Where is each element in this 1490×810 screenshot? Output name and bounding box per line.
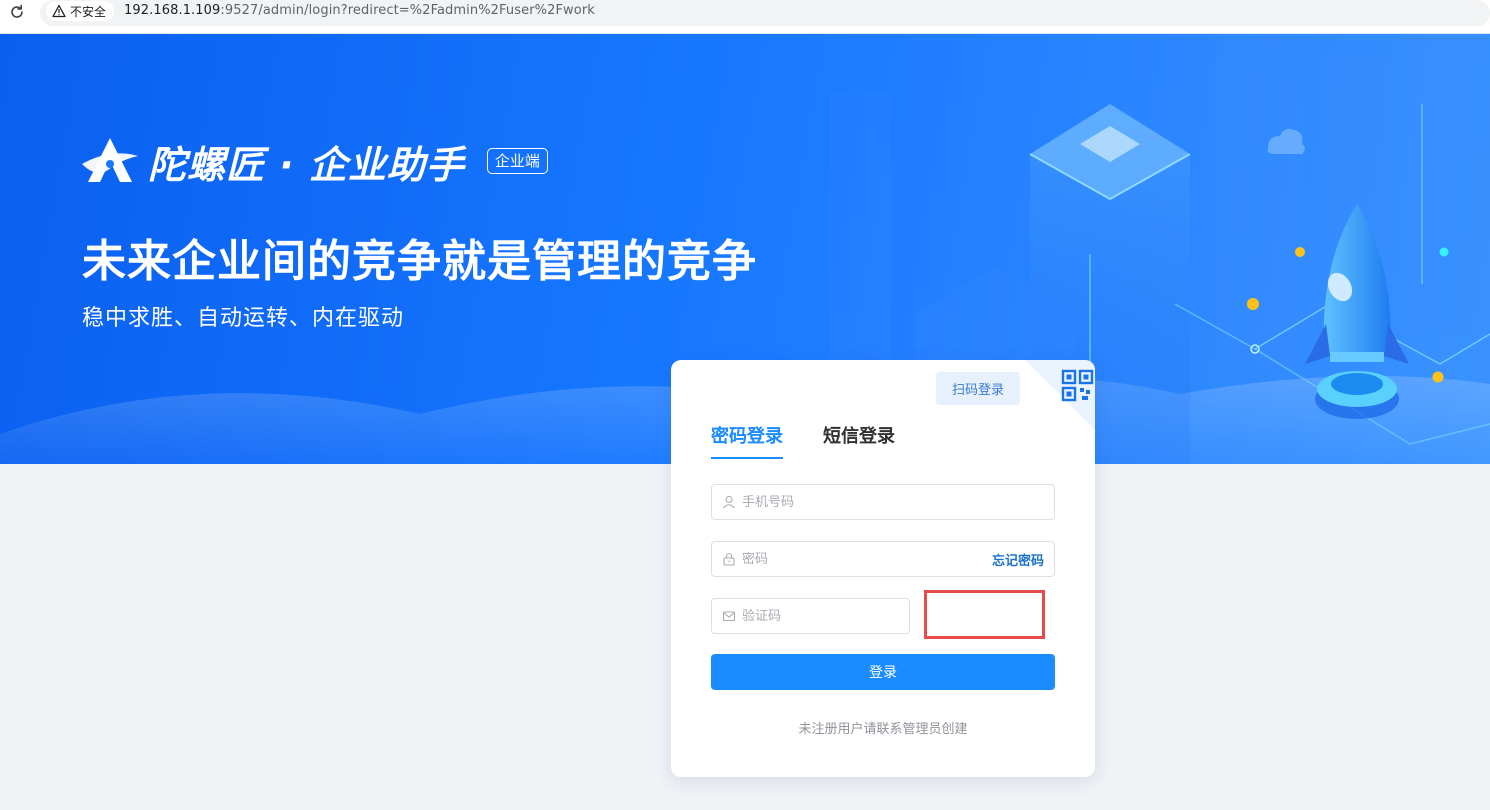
login-button[interactable]: 登录 (711, 654, 1055, 690)
password-input[interactable] (742, 551, 992, 567)
forgot-password-link[interactable]: 忘记密码 (992, 550, 1044, 569)
warning-icon (52, 4, 66, 18)
login-tabs: 密码登录 短信登录 (711, 422, 895, 459)
phone-input[interactable] (742, 494, 1054, 510)
url-path: :9527/admin/login?redirect=%2Fadmin%2Fus… (220, 3, 595, 18)
tab-password-login[interactable]: 密码登录 (711, 422, 783, 459)
brand: 陀螺匠 · 企业助手 企业端 (80, 134, 548, 188)
url-text[interactable]: 192.168.1.109:9527/admin/login?redirect=… (124, 3, 595, 18)
password-field[interactable]: 忘记密码 (711, 541, 1055, 577)
brand-logo-icon (82, 138, 138, 182)
register-tip: 未注册用户请联系管理员创建 (798, 722, 968, 737)
tab-sms-login[interactable]: 短信登录 (823, 422, 895, 459)
brand-badge: 企业端 (486, 148, 548, 174)
qr-login-tip[interactable]: 扫码登录 (936, 372, 1020, 405)
hero-headline: 未来企业间的竞争就是管理的竞争 (82, 236, 757, 287)
mail-icon (722, 611, 736, 622)
security-indicator[interactable]: 不安全 (46, 1, 115, 21)
user-icon (723, 495, 735, 509)
captcha-input[interactable] (742, 608, 909, 624)
phone-field[interactable] (711, 484, 1055, 520)
browser-address-bar: 不安全 192.168.1.109:9527/admin/login?redir… (0, 0, 1490, 34)
captcha-image[interactable] (924, 590, 1045, 639)
lock-icon (723, 552, 735, 566)
security-label: 不安全 (70, 4, 107, 19)
captcha-field[interactable] (711, 598, 910, 634)
brand-name: 陀螺匠 · 企业助手 (148, 142, 465, 187)
hero-subline: 稳中求胜、自动运转、内在驱动 (82, 306, 405, 331)
url-host: 192.168.1.109 (124, 3, 221, 18)
login-card: 扫码登录 密码登录 短信登录 忘记密码 登录 未注册用户请联系管理员创建 (671, 360, 1095, 777)
qr-code-login-toggle[interactable] (1025, 360, 1095, 430)
reload-icon[interactable] (8, 3, 26, 21)
